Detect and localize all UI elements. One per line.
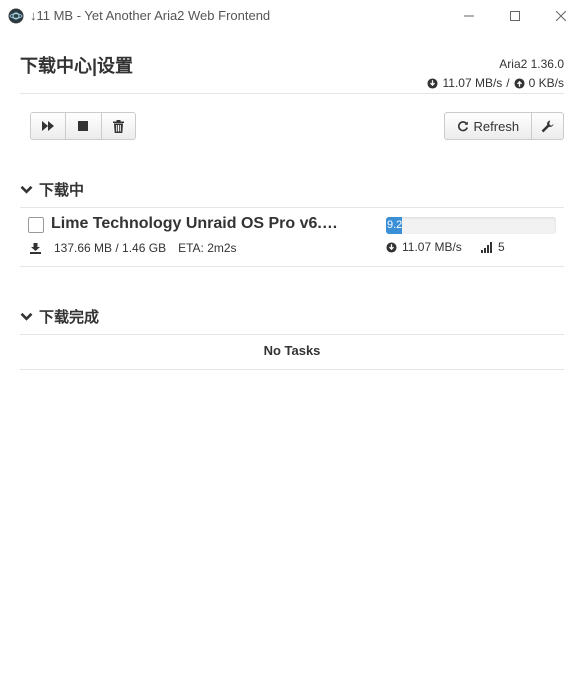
task-size: 137.66 MB / 1.46 GB <box>54 241 167 255</box>
task-progress-fill: 9.2% <box>386 217 402 234</box>
task-progress-bar: 9.2% <box>386 217 556 234</box>
maximize-button[interactable] <box>492 0 538 32</box>
stop-icon <box>78 121 89 131</box>
fast-forward-icon <box>42 121 55 131</box>
downloading-divider <box>20 207 564 208</box>
window-titlebar: ↓11 MB - Yet Another Aria2 Web Frontend <box>0 0 584 32</box>
aria2-version: Aria2 1.36.0 <box>499 57 564 71</box>
wrench-icon <box>541 120 554 132</box>
signal-icon <box>481 241 492 253</box>
chevron-down-icon <box>20 185 33 194</box>
completed-heading: 下载完成 <box>39 309 100 326</box>
task-divider <box>20 266 564 267</box>
task-connections: 5 <box>498 240 505 254</box>
delete-button[interactable] <box>102 113 135 139</box>
task-eta: ETA: 2m2s <box>178 241 237 255</box>
download-speed-icon <box>427 77 439 89</box>
start-button[interactable] <box>31 113 67 139</box>
refresh-button[interactable]: Refresh <box>445 113 532 139</box>
downloading-section-header[interactable]: 下载中 <box>20 179 84 200</box>
task-checkbox[interactable] <box>28 217 44 233</box>
upload-speed-icon <box>514 77 525 89</box>
task-speed: 11.07 MB/s <box>402 240 462 254</box>
task-connections-info: 5 <box>481 240 505 254</box>
speed-separator: / <box>506 76 510 90</box>
task-size-info: 137.66 MB / 1.46 GB ETA: 2m2s <box>30 241 237 255</box>
page-title[interactable]: 下载中心|设置 <box>20 52 133 78</box>
completed-section-header[interactable]: 下载完成 <box>20 306 99 327</box>
task-actions-group <box>30 112 136 140</box>
close-button[interactable] <box>538 0 584 32</box>
task-speed-info: 11.07 MB/s <box>386 240 462 254</box>
completed-bottom-divider <box>20 369 564 370</box>
upload-speed: 0 KB/s <box>528 76 564 90</box>
no-tasks-message: No Tasks <box>263 343 321 358</box>
stop-button[interactable] <box>66 113 102 139</box>
window-title: ↓11 MB - Yet Another Aria2 Web Frontend <box>30 8 271 23</box>
completed-divider <box>20 334 564 335</box>
refresh-icon <box>457 121 468 132</box>
page-actions-group: Refresh <box>444 112 564 140</box>
header-divider <box>20 93 564 94</box>
downloading-heading: 下载中 <box>39 182 85 199</box>
task-name[interactable]: Lime Technology Unraid OS Pro v6.… <box>51 215 373 233</box>
download-speed-icon <box>386 241 397 253</box>
download-icon <box>30 242 41 254</box>
refresh-label: Refresh <box>473 118 520 134</box>
chevron-down-icon <box>20 312 33 321</box>
download-speed: 11.07 MB/s <box>442 76 503 90</box>
minimize-icon <box>464 15 474 17</box>
minimize-button[interactable] <box>446 0 492 32</box>
trash-icon <box>112 119 124 133</box>
maximize-icon <box>510 11 520 21</box>
close-icon <box>556 11 566 21</box>
settings-button[interactable] <box>532 113 563 139</box>
app-icon <box>8 8 24 24</box>
global-speed-stats: 11.07 MB/s / 0 KB/s <box>427 76 564 90</box>
